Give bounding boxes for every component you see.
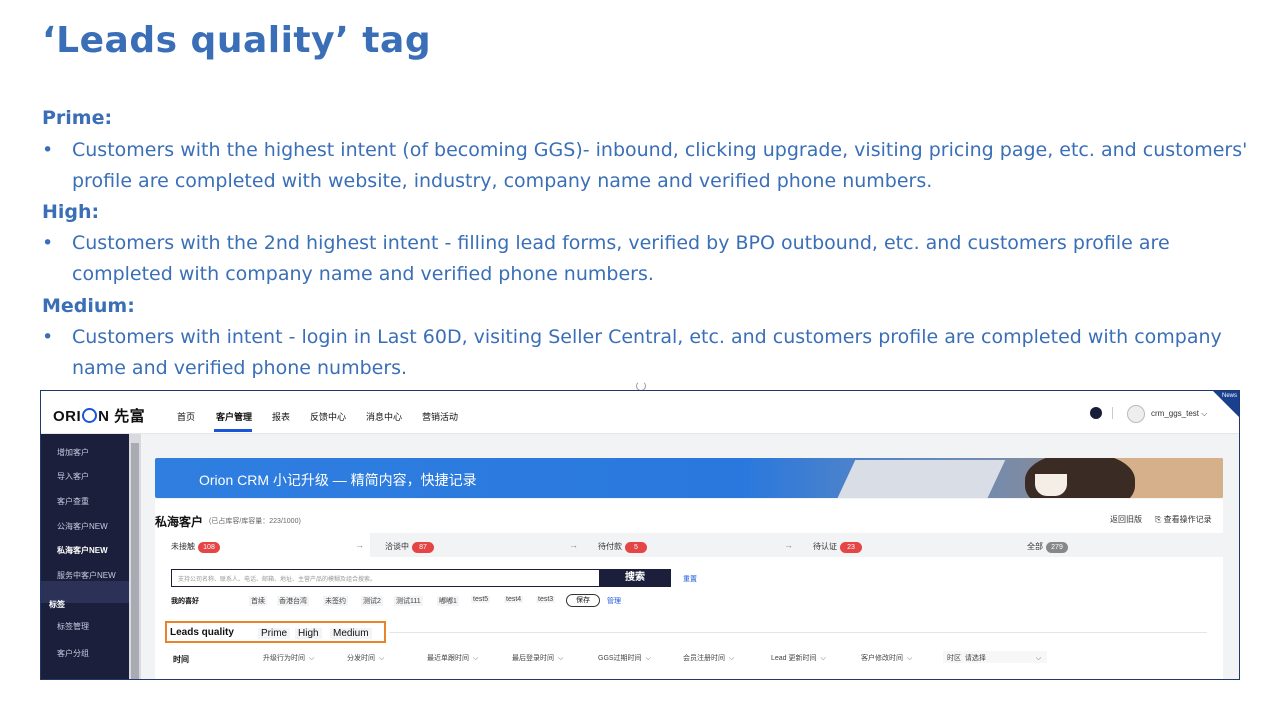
back-to-old-link[interactable]: 返回旧版 [1110,514,1142,525]
banner-cup-graphic [1035,474,1067,496]
main-panel: 私海客户 (已占库容/库容量：223/1000) 返回旧版 ⎘ 查看操作记录 未… [155,499,1223,679]
nav-reports[interactable]: 报表 [272,410,290,423]
preferences-label: 我的喜好 [171,598,199,605]
sidebar-item-tag-management[interactable]: 标签管理 [57,621,89,632]
preference-chip[interactable]: 测试2 [361,596,383,606]
reset-button[interactable]: 重置 [683,574,697,584]
prime-heading: Prime: [42,107,113,129]
sidebar-item-add-customer[interactable]: 增加客户 [57,447,89,458]
banner-laptop-graphic [834,460,1006,498]
medium-line-2: name and verified phone numbers. [72,357,408,379]
search-placeholder: 支持公司名称、联系人、电话、邮箱、地址、主营产品的模糊及组合搜索。 [178,577,377,583]
tab-negotiating[interactable]: 洽谈中 87 [385,541,434,553]
manage-preferences-link[interactable]: 管理 [607,596,621,606]
leads-quality-prime[interactable]: Prime [258,628,291,639]
time-field-lead-update[interactable]: Lead 更新时间 ⌵ [771,653,826,663]
high-line-1: Customers with the 2nd highest intent - … [72,232,1170,254]
bullet-dot: • [42,326,54,348]
time-field-last-followup[interactable]: 最近单跟时间 ⌵ [427,653,478,663]
time-field-customer-modified[interactable]: 客户修改时间 ⌵ [861,653,912,663]
prime-line-1: Customers with the highest intent (of be… [72,139,1248,161]
sidebar-item-groups[interactable]: 客户分组 [57,648,89,659]
nav-customer-management[interactable]: 客户管理 [216,410,252,423]
save-preference-button[interactable]: 保存 [566,594,600,607]
time-filter-label: 时间 [173,655,189,664]
tab-not-contacted[interactable]: 未接触 108 [171,541,220,553]
slide-title: ‘Leads quality’ tag [42,20,432,61]
time-field-last-login[interactable]: 最后登录时间 ⌵ [512,653,563,663]
preference-chip[interactable]: 未签约 [323,596,348,606]
leads-quality-filter: Leads quality Prime High Medium [165,621,386,643]
sidebar-item-import[interactable]: 导入客户 [57,471,89,482]
prime-line-2: profile are completed with website, indu… [72,170,933,192]
sidebar-scroll-thumb[interactable] [131,443,139,679]
leads-quality-medium[interactable]: Medium [330,628,372,639]
capacity-subtitle: (已占库容/库容量：223/1000) [209,518,301,525]
high-heading: High: [42,201,100,223]
arrow-icon: → [355,540,364,550]
divider [1112,407,1113,419]
tab-pending-payment[interactable]: 待付款 5 [598,541,647,553]
nav-home[interactable]: 首页 [177,410,195,423]
time-field-distribution[interactable]: 分发时间 ⌵ [347,653,384,663]
time-field-registration[interactable]: 会员注册时间 ⌵ [683,653,734,663]
status-tabs: 未接触 108 → 洽谈中 87 → 待付款 5 → 待认证 23 全部 279 [155,533,1223,557]
sidebar-section-tags: 标签 [49,600,65,609]
sidebar-item-public-pool[interactable]: 公海客户NEW [57,521,108,532]
medium-heading: Medium: [42,295,135,317]
preference-chip[interactable]: 香港台湾 [277,596,309,606]
sidebar-item-private-pool[interactable]: 私海客户NEW [57,545,108,556]
crm-screenshot: ORI N 先富 首页 客户管理 报表 反馈中心 消息中心 营销活动 crm_gg… [40,390,1240,680]
medium-line-1: Customers with intent - login in Last 60… [72,326,1222,348]
leads-quality-label: Leads quality [170,627,234,638]
nav-messages[interactable]: 消息中心 [366,410,402,423]
preference-chip[interactable]: 嘟嘟1 [437,596,459,606]
tab-all[interactable]: 全部 279 [1027,541,1068,553]
operation-log-link[interactable]: ⎘ 查看操作记录 [1155,514,1212,525]
preference-chip[interactable]: 首续 [249,596,267,606]
nav-feedback[interactable]: 反馈中心 [310,410,346,423]
top-navbar: ORI N 先富 首页 客户管理 报表 反馈中心 消息中心 营销活动 crm_gg… [41,391,1239,434]
preference-chip[interactable]: test3 [536,596,556,603]
logo-text-1: ORI [53,408,82,425]
preference-chip[interactable]: 测试111 [394,596,423,606]
sidebar-item-in-service[interactable]: 服务中客户NEW [57,570,116,581]
nav-campaigns[interactable]: 营销活动 [422,410,458,423]
promo-banner[interactable]: Orion CRM 小记升级 — 精简内容，快捷记录 [155,458,1223,498]
preference-chip[interactable]: test4 [504,596,524,603]
logo-o-icon [82,408,98,423]
tab-pending-verification[interactable]: 待认证 23 [813,541,862,553]
page-title: 私海客户 [155,515,204,529]
sidebar-item-dedupe[interactable]: 客户查重 [57,496,89,507]
time-field-ggs-expiry[interactable]: GGS过期时间 ⌵ [598,653,651,663]
nav-active-indicator [214,429,252,432]
arrow-icon: → [569,540,578,550]
leads-quality-high[interactable]: High [295,628,322,639]
preference-chip[interactable]: test5 [471,596,491,603]
arrow-icon: → [784,540,793,550]
high-line-2: completed with company name and verified… [72,263,654,285]
news-label: News [1222,393,1238,399]
search-input[interactable]: 支持公司名称、联系人、电话、邮箱、地址、主营产品的模糊及组合搜索。 [171,569,601,587]
logo-text-2: N 先富 [98,408,146,425]
username[interactable]: crm_ggs_test ⌵ [1151,409,1207,419]
time-field-upgrade[interactable]: 升级行为时间 ⌵ [263,653,314,663]
search-button[interactable]: 搜索 [599,569,671,587]
timezone-label[interactable]: 时区 请选择 ⌵ [947,653,1041,663]
bullet-dot: • [42,139,54,161]
divider [389,632,1207,633]
bullet-dot: • [42,232,54,254]
orion-logo[interactable]: ORI N 先富 [53,405,145,426]
avatar[interactable] [1127,405,1145,423]
notification-icon[interactable] [1090,407,1102,419]
sidebar: 增加客户 导入客户 客户查重 公海客户NEW 私海客户NEW 服务中客户NEW … [41,434,141,679]
banner-text: Orion CRM 小记升级 — 精简内容，快捷记录 [199,472,477,488]
